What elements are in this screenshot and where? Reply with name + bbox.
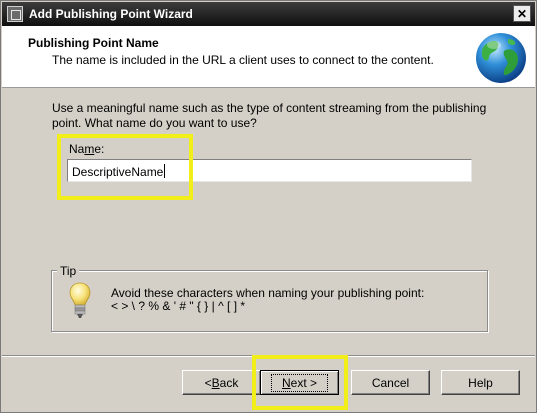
lightbulb-icon xyxy=(69,282,91,318)
back-button[interactable]: < Back xyxy=(182,370,261,395)
globe-icon xyxy=(476,33,526,83)
wizard-header: Publishing Point Name The name is includ… xyxy=(2,26,535,88)
title-bar[interactable]: Add Publishing Point Wizard ✕ xyxy=(2,2,535,26)
next-button-highlight xyxy=(252,355,348,410)
tip-invalid-characters: < > \ ? % & ' # " { } | ^ [ ] * xyxy=(111,299,246,313)
instruction-line-2: point. What name do you want to use? xyxy=(52,116,257,130)
page-subtitle: The name is included in the URL a client… xyxy=(52,53,434,67)
tip-legend: Tip xyxy=(57,264,80,278)
back-rest: ack xyxy=(219,375,239,390)
app-icon xyxy=(7,6,23,22)
tip-text: Avoid these characters when naming your … xyxy=(111,287,424,313)
page-title: Publishing Point Name xyxy=(28,36,159,50)
back-prefix: < xyxy=(204,375,212,390)
instruction-text: Use a meaningful name such as the type o… xyxy=(52,101,492,131)
help-button[interactable]: Help xyxy=(441,370,520,395)
name-field-highlight xyxy=(57,134,193,200)
window-title: Add Publishing Point Wizard xyxy=(29,7,193,21)
wizard-window: Add Publishing Point Wizard ✕ Publishing… xyxy=(0,0,537,413)
back-accel: B xyxy=(211,375,220,390)
close-button[interactable]: ✕ xyxy=(513,5,531,22)
cancel-button[interactable]: Cancel xyxy=(351,370,430,395)
instruction-line-1: Use a meaningful name such as the type o… xyxy=(52,101,487,115)
